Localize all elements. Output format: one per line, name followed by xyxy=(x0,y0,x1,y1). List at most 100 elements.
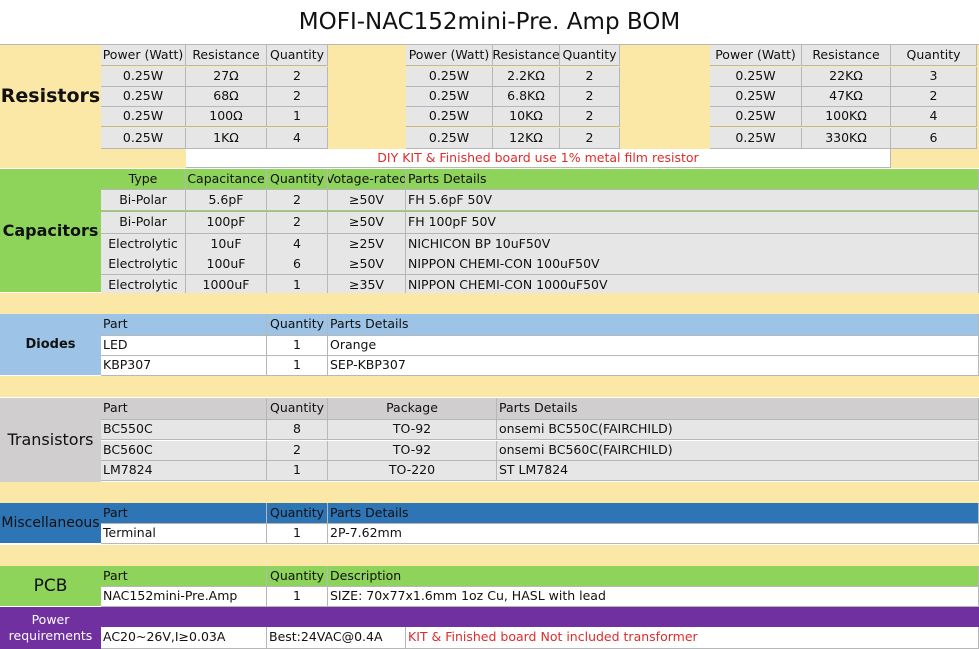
diode-header: Parts Details xyxy=(328,314,979,336)
resistor-cell: 0.25W xyxy=(101,87,186,107)
resistor-header: Power (Watt) xyxy=(406,45,493,66)
resistor-header: Quantity xyxy=(267,45,328,66)
resistor-header: Quantity xyxy=(891,45,977,66)
diode-cell: SEP-KBP307 xyxy=(328,356,979,376)
resistor-cell: 2 xyxy=(267,67,328,87)
resistor-cell: 0.25W xyxy=(406,107,493,127)
resistor-cell: 0.25W xyxy=(406,128,493,149)
transistor-cell: TO-92 xyxy=(328,441,497,461)
section-band xyxy=(0,545,979,566)
resistor-cell: 27Ω xyxy=(186,67,267,87)
resistor-cell: 3 xyxy=(891,67,977,87)
capacitor-cell: ≥50V xyxy=(328,212,406,234)
resistor-header: Power (Watt) xyxy=(710,45,802,66)
resistor-cell: 0.25W xyxy=(710,87,802,107)
pcb-header: Quantity xyxy=(267,566,328,587)
misc-cell: 2P-7.62mm xyxy=(328,524,979,544)
resistor-cell: 2 xyxy=(560,87,620,107)
diode-cell: 1 xyxy=(267,356,328,376)
section-label-pcb: PCB xyxy=(0,566,101,606)
capacitor-cell: 5.6pF xyxy=(186,190,267,211)
capacitor-cell: Electrolytic xyxy=(101,254,186,275)
resistor-header: Resistance xyxy=(493,45,560,66)
misc-header: Part xyxy=(101,503,267,524)
resistor-cell: 68Ω xyxy=(186,87,267,107)
section-label-resistors: Resistors xyxy=(0,85,101,107)
capacitor-cell: ≥50V xyxy=(328,254,406,275)
capacitor-cell: 6 xyxy=(267,254,328,275)
capacitor-cell: Bi-Polar xyxy=(101,190,186,211)
misc-cell: 1 xyxy=(267,524,328,544)
resistor-cell: 1KΩ xyxy=(186,128,267,149)
resistor-cell: 0.25W xyxy=(101,67,186,87)
transistor-cell: LM7824 xyxy=(101,461,267,481)
diode-cell: 1 xyxy=(267,336,328,356)
resistor-header: Quantity xyxy=(560,45,620,66)
capacitor-header: Votage-rated xyxy=(328,169,406,190)
resistor-cell: 0.25W xyxy=(406,87,493,107)
transistor-header: Part xyxy=(101,398,267,420)
transistor-cell: 8 xyxy=(267,420,328,440)
transistor-header: Parts Details xyxy=(497,398,979,420)
capacitor-cell: 2 xyxy=(267,212,328,234)
section-band xyxy=(0,293,979,314)
capacitor-cell: NIPPON CHEMI-CON 100uF50V xyxy=(406,254,979,275)
resistor-cell: 0.25W xyxy=(101,128,186,149)
resistor-header: Power (Watt) xyxy=(101,45,186,66)
resistor-header: Resistance xyxy=(186,45,267,66)
pcb-cell: SIZE: 70x77x1.6mm 1oz Cu, HASL with lead xyxy=(328,587,979,607)
diode-cell: Orange xyxy=(328,336,979,356)
resistor-cell: 6.8KΩ xyxy=(493,87,560,107)
pcb-header: Part xyxy=(101,566,267,587)
capacitor-cell: 2 xyxy=(267,190,328,211)
resistor-cell: 2 xyxy=(560,107,620,127)
resistor-cell: 22KΩ xyxy=(802,67,891,87)
resistor-cell: 330KΩ xyxy=(802,128,891,149)
resistor-cell: 0.25W xyxy=(710,128,802,149)
pcb-header: Description xyxy=(328,566,979,587)
capacitor-cell: ≥25V xyxy=(328,234,406,255)
capacitor-cell: 4 xyxy=(267,234,328,255)
resistor-cell: 0.25W xyxy=(406,67,493,87)
misc-cell: Terminal xyxy=(101,524,267,544)
resistor-cell: 0.25W xyxy=(710,67,802,87)
diode-cell: LED xyxy=(101,336,267,356)
capacitor-cell: FH 5.6pF 50V xyxy=(406,190,979,211)
resistor-cell: 2 xyxy=(560,67,620,87)
capacitor-header: Parts Details xyxy=(406,169,979,190)
page-title: MOFI-NAC152mini-Pre. Amp BOM xyxy=(298,9,681,35)
resistor-cell: 2.2KΩ xyxy=(493,67,560,87)
resistor-cell: 0.25W xyxy=(710,107,802,127)
capacitor-cell: Bi-Polar xyxy=(101,212,186,234)
misc-header: Parts Details xyxy=(328,503,979,524)
resistor-cell: 10KΩ xyxy=(493,107,560,127)
capacitor-header: Type xyxy=(101,169,186,190)
capacitor-cell: 100pF xyxy=(186,212,267,234)
transistor-cell: onsemi BC560C(FAIRCHILD) xyxy=(497,441,979,461)
bom-sheet: MOFI-NAC152mini-Pre. Amp BOM Resistors Pow… xyxy=(0,0,979,649)
transistor-cell: BC550C xyxy=(101,420,267,440)
resistor-cell: 2 xyxy=(891,87,977,107)
section-label-misc: Miscellaneous xyxy=(0,503,101,543)
capacitor-cell: Electrolytic xyxy=(101,234,186,255)
section-label-transistors: Transistors xyxy=(0,398,101,482)
resistor-cell: 4 xyxy=(891,107,977,127)
capacitor-cell: 10uF xyxy=(186,234,267,255)
resistor-cell: 4 xyxy=(267,128,328,149)
transistor-cell: onsemi BC550C(FAIRCHILD) xyxy=(497,420,979,440)
section-label-power: Power requirements xyxy=(0,607,101,649)
transistor-cell: 2 xyxy=(267,441,328,461)
capacitor-cell: FH 100pF 50V xyxy=(406,212,979,234)
power-note: KIT & Finished board Not included transf… xyxy=(406,627,979,649)
resistor-cell: 12KΩ xyxy=(493,128,560,149)
transistor-header: Quantity xyxy=(267,398,328,420)
capacitor-cell: NICHICON BP 10uF50V xyxy=(406,234,979,255)
resistor-cell: 47KΩ xyxy=(802,87,891,107)
transistor-header: Package xyxy=(328,398,497,420)
capacitor-cell: ≥50V xyxy=(328,190,406,211)
pcb-cell: NAC152mini-Pre.Amp xyxy=(101,587,267,607)
diode-header: Quantity xyxy=(267,314,328,336)
resistor-note: DIY KIT & Finished board use 1% metal fi… xyxy=(186,149,891,168)
section-band xyxy=(0,482,979,503)
capacitor-cell: 100uF xyxy=(186,254,267,275)
